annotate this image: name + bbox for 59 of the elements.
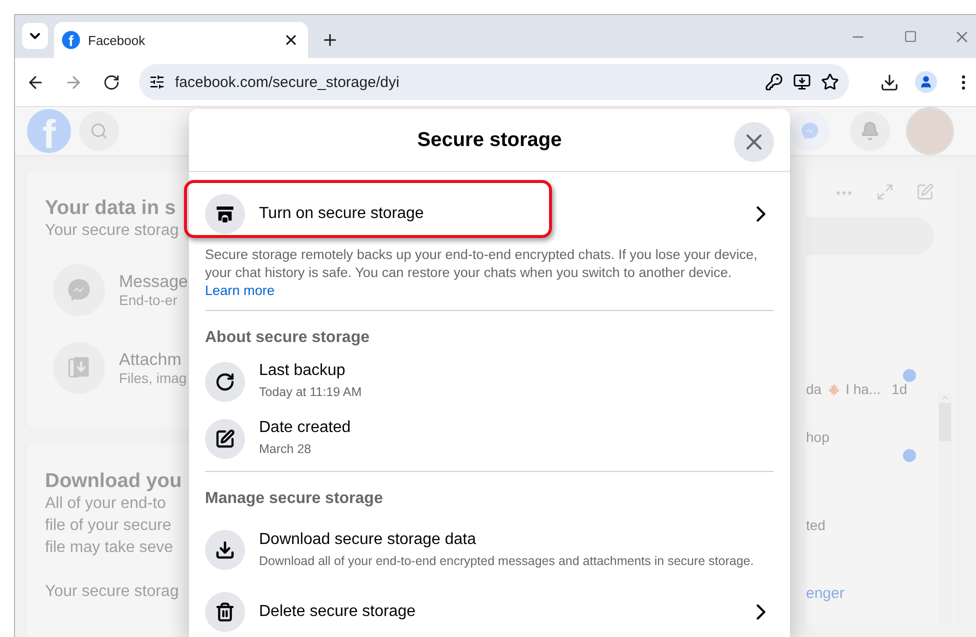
- card-title: Your data in s: [45, 197, 177, 220]
- row-detail: March 28: [259, 441, 312, 458]
- chat-bubble-icon: [800, 121, 820, 141]
- section-heading: About secure storage: [205, 328, 370, 348]
- address-bar[interactable]: facebook.com/secure_storage/dyi: [139, 64, 849, 100]
- settings-row[interactable]: Date created March 28: [205, 410, 774, 467]
- dialog-title: Secure storage: [417, 128, 562, 152]
- tab-search-button[interactable]: [22, 23, 48, 49]
- notifications-button[interactable]: [850, 111, 890, 151]
- lock-box-icon: [215, 204, 235, 224]
- maple-leaf-icon: [826, 382, 841, 396]
- learn-more-link[interactable]: Learn more: [205, 283, 275, 298]
- tab-title: Facebook: [88, 32, 146, 48]
- section-heading: Manage secure storage: [205, 489, 384, 509]
- bell-icon: [860, 121, 880, 141]
- chat-preview: hop: [806, 429, 830, 445]
- item-subtitle: Files, imag: [119, 370, 187, 386]
- card-text: file of your secure: [45, 516, 172, 536]
- edit-icon: [215, 428, 235, 448]
- row-title: Turn on secure storage: [259, 205, 425, 223]
- row-title: Delete secure storage: [259, 603, 417, 621]
- row-title: Date created: [259, 419, 352, 437]
- close-button[interactable]: [734, 122, 774, 162]
- description-text: Secure storage remotely backs up your end-to-end encrypted chats. If you lose your device, your chat history is safe. You can restore your chats when you switch to another device. Learn more: [205, 246, 774, 311]
- row-title: Download secure storage data: [259, 530, 478, 548]
- chat-time: 1d: [892, 381, 908, 397]
- turn-on-row[interactable]: Turn on secure storage: [205, 172, 774, 242]
- browser-tab[interactable]: f Facebook: [54, 22, 308, 58]
- item-subtitle: End-to-er: [119, 292, 178, 308]
- card-text: Your secure storag: [45, 582, 180, 602]
- chat-name: da: [806, 381, 822, 397]
- key-icon[interactable]: [765, 73, 783, 91]
- row-detail: Today at 11:19 AM: [259, 384, 363, 401]
- favicon: f: [62, 31, 80, 49]
- card-text: Your secure storag: [45, 221, 180, 241]
- card-title: Download you: [45, 470, 183, 493]
- chat-bubble-icon: [66, 277, 92, 303]
- bookmark-star-icon[interactable]: [821, 73, 839, 91]
- row-detail: Download all of your end-to-end encrypted messages and attachments in secure storage.: [259, 552, 755, 570]
- chat-preview: ted: [806, 517, 826, 533]
- row-title: Last backup: [259, 362, 346, 380]
- item-title: Message: [119, 272, 188, 292]
- chat-preview: I ha...: [846, 381, 881, 397]
- settings-row[interactable]: Download secure storage data Download all of your end-to-end encrypted messages and attachments in secure storage.: [205, 514, 774, 586]
- settings-row[interactable]: Delete secure storage: [205, 586, 774, 637]
- card-text: All of your end-to: [45, 494, 167, 514]
- refresh-icon: [215, 372, 235, 392]
- install-icon[interactable]: [793, 73, 811, 91]
- settings-row[interactable]: Last backup Today at 11:19 AM: [205, 353, 774, 410]
- trash-icon: [215, 602, 235, 622]
- profile-icon[interactable]: [915, 71, 937, 93]
- download-icon: [215, 540, 235, 560]
- item-title: Attachm: [119, 350, 182, 370]
- search-icon: [90, 122, 108, 140]
- scrollbar[interactable]: [938, 393, 952, 623]
- search-field[interactable]: [79, 111, 119, 151]
- card-text: file may take seve: [45, 538, 174, 558]
- url-text: facebook.com/secure_storage/dyi: [175, 74, 400, 90]
- site-settings-icon[interactable]: [149, 74, 165, 90]
